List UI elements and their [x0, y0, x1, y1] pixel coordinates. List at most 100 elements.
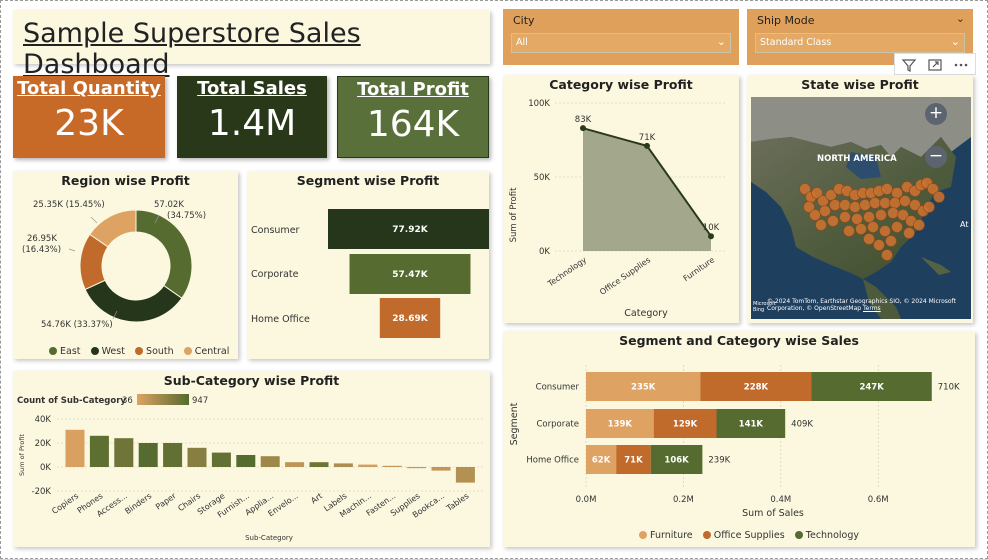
map-bubble[interactable]	[869, 197, 881, 209]
map-bubble[interactable]	[863, 233, 875, 245]
map-bubble[interactable]	[913, 219, 925, 231]
bar[interactable]	[65, 429, 85, 467]
legend-item[interactable]: South	[135, 346, 174, 357]
x-tick-label: 0.0M	[576, 495, 597, 505]
map-bubble[interactable]	[891, 187, 903, 199]
map-bubble[interactable]	[819, 205, 831, 217]
map-bubble[interactable]	[881, 249, 893, 261]
color-scale-bar	[137, 394, 189, 405]
legend-item[interactable]: Technology	[794, 530, 859, 541]
map-bubble[interactable]	[923, 201, 935, 213]
legend-item[interactable]: Office Supplies	[702, 529, 785, 541]
map-terms-link[interactable]: Terms	[863, 305, 881, 312]
segment-profit-panel: Segment wise Profit Consumer Corporate H…	[247, 171, 489, 359]
map-bubble[interactable]	[903, 227, 915, 239]
data-label: 83K	[575, 115, 592, 125]
bar[interactable]	[407, 467, 427, 469]
city-slicer-label: City	[513, 14, 535, 27]
legend-label: Office Supplies	[713, 529, 785, 541]
filter-icon[interactable]	[901, 57, 917, 73]
bar[interactable]	[260, 456, 280, 467]
city-dropdown[interactable]: All ⌄	[511, 33, 731, 53]
segment-category-stacked-bar-chart: Segment 0.0M 0.2M 0.4M 0.6M Consumer 235K 228…	[509, 365, 960, 519]
bar[interactable]	[187, 447, 207, 467]
map-bubble[interactable]	[851, 213, 863, 225]
map-bubble[interactable]	[809, 209, 821, 221]
kpi-value: 164K	[366, 104, 460, 145]
ship-mode-dropdown[interactable]: Standard Class ⌄	[755, 33, 965, 53]
map-bubble[interactable]	[863, 211, 875, 223]
y-axis-title: Segment	[509, 402, 520, 445]
bar[interactable]	[431, 467, 451, 471]
map-bubble[interactable]	[875, 209, 887, 221]
map-bubble[interactable]	[849, 201, 861, 213]
bar[interactable]	[285, 462, 305, 467]
map-bubble[interactable]	[839, 199, 851, 211]
data-point[interactable]	[644, 142, 650, 149]
map-bubble[interactable]	[887, 207, 899, 219]
map-bubble[interactable]	[843, 225, 855, 237]
legend-item[interactable]: Central	[183, 346, 229, 357]
bar[interactable]	[236, 455, 256, 467]
region-legend: East West South Central	[49, 340, 234, 359]
chevron-down-icon[interactable]: ⌄	[956, 12, 965, 25]
map-bubble[interactable]	[889, 197, 901, 209]
map-bubble[interactable]	[891, 221, 903, 233]
focus-mode-icon[interactable]	[927, 57, 943, 73]
map-canvas: NORTH AMERICA At	[751, 97, 971, 319]
legend-item[interactable]: East	[49, 346, 81, 357]
more-options-icon[interactable]	[953, 57, 969, 73]
map-bubble[interactable]	[899, 195, 911, 207]
bar[interactable]	[138, 443, 158, 467]
dashboard-title: Sample Superstore Sales Dashboard	[23, 18, 361, 80]
zoom-out-button[interactable]: −	[925, 146, 947, 168]
data-label: 26.95K	[27, 234, 57, 244]
bar[interactable]	[333, 463, 353, 467]
map-bubble[interactable]	[879, 225, 891, 237]
map-bubble[interactable]	[829, 199, 841, 211]
chevron-down-icon[interactable]: ⌄	[717, 35, 726, 48]
subcategory-profit-panel: Sub-Category wise Profit Count of Sub-Ca…	[13, 371, 490, 547]
legend-min: 36	[122, 396, 133, 406]
map-bubble[interactable]	[933, 191, 945, 203]
map-bubble[interactable]	[855, 223, 867, 235]
map-bubble[interactable]	[827, 215, 839, 227]
x-tick-label: 0.6M	[868, 495, 889, 505]
city-slicer[interactable]: City All ⌄	[503, 9, 739, 65]
x-tick-label: Office Supplies	[598, 255, 652, 297]
legend-label: Furniture	[650, 529, 693, 541]
kpi-label: Total Profit	[357, 79, 469, 100]
data-label: 228K	[744, 383, 769, 393]
map-bubble[interactable]	[879, 197, 891, 209]
bar[interactable]	[382, 465, 402, 467]
category-label: Home Office	[251, 314, 310, 325]
kpi-total-quantity: Total Quantity 23K	[13, 76, 165, 158]
data-label: 54.76K (33.37%)	[41, 320, 113, 330]
zoom-in-button[interactable]: +	[925, 103, 947, 125]
bar[interactable]	[89, 435, 109, 467]
map-bubble[interactable]	[867, 221, 879, 233]
region-profit-panel: Region wise Profit 57.02K (34.75%) 25.35…	[13, 171, 238, 359]
bar[interactable]	[163, 443, 183, 467]
legend-item[interactable]: West	[90, 346, 125, 357]
bar[interactable]	[114, 438, 134, 467]
map-bubble[interactable]	[839, 211, 851, 223]
map-bubble[interactable]	[881, 183, 893, 195]
bar[interactable]	[455, 467, 475, 483]
bar[interactable]	[211, 452, 231, 467]
bar[interactable]	[309, 462, 329, 467]
data-label: 10K	[703, 223, 720, 233]
data-point[interactable]	[580, 125, 586, 132]
segment-funnel-chart: Consumer Corporate Home Office 77.92K 57.…	[251, 209, 489, 338]
map-bubble[interactable]	[885, 235, 897, 247]
legend-item[interactable]: Furniture	[639, 530, 693, 541]
map-bubble[interactable]	[859, 199, 871, 211]
chevron-down-icon[interactable]: ⌄	[951, 35, 960, 48]
map-bubble[interactable]	[873, 239, 885, 251]
map-view[interactable]: NORTH AMERICA At + − © 2024 TomTom, Eart…	[751, 97, 971, 319]
donut-slice-east[interactable]	[135, 209, 193, 299]
x-axis-title: Sum of Sales	[742, 508, 804, 519]
data-point[interactable]	[708, 233, 714, 240]
map-bubble[interactable]	[815, 219, 827, 231]
bar[interactable]	[358, 464, 378, 467]
